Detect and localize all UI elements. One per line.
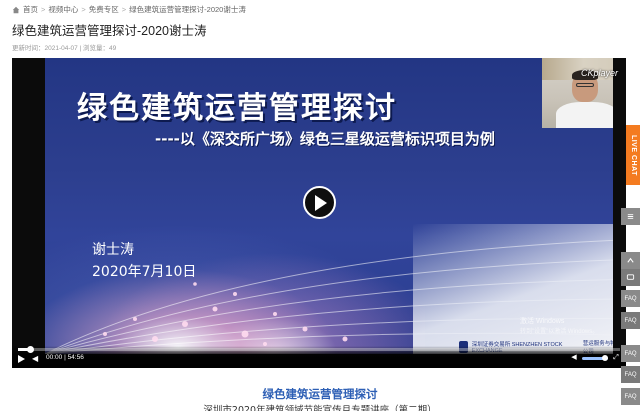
breadcrumb-free-zone[interactable]: 免费专区 <box>89 4 119 15</box>
play-pause-button[interactable] <box>18 355 25 363</box>
expand-icon <box>627 214 634 219</box>
side-rail-chat-button[interactable] <box>621 269 640 286</box>
video-subheading: 深圳市2020年建筑领域节能宣传月专题讲座（第二期） <box>203 405 437 411</box>
home-icon <box>12 6 20 13</box>
player-right-controls: ◀ ⤢ <box>570 354 620 362</box>
faq-button[interactable]: FAQ <box>621 290 640 307</box>
chat-bubble-icon <box>626 274 635 280</box>
faq-button[interactable]: FAQ <box>621 366 640 383</box>
speaker-icon[interactable]: ◀ <box>570 354 578 362</box>
windows-activation-hint: 转到"设置"以激活 Windows。 <box>520 329 599 335</box>
player-brand: CKplayer <box>580 68 618 78</box>
breadcrumb-current: 绿色建筑运营管理探讨-2020谢士涛 <box>129 5 246 14</box>
volume-handle[interactable] <box>602 354 608 361</box>
mute-toggle-icon[interactable]: ◀ <box>32 355 41 363</box>
page-meta: 更新时间：2021-04-07 | 浏览量：49 <box>12 45 117 52</box>
slide-presenter: 谢士涛 <box>92 242 134 258</box>
side-rail-expand-button[interactable] <box>621 208 640 225</box>
big-play-button[interactable] <box>303 186 336 219</box>
slide-date: 2020年7月10日 <box>92 264 197 280</box>
progress-handle[interactable] <box>27 346 35 353</box>
live-chat-tab[interactable]: LIVE CHAT <box>626 125 640 185</box>
progress-bar[interactable] <box>18 346 620 353</box>
fullscreen-icon[interactable]: ⤢ <box>612 354 620 362</box>
page: 首页 > 视频中心 > 免费专区 > 绿色建筑运营管理探讨-2020谢士涛 绿色… <box>0 0 640 411</box>
faq-button[interactable]: FAQ <box>621 312 640 329</box>
video-heading: 绿色建筑运营管理探讨 <box>262 387 378 401</box>
breadcrumb-home[interactable]: 首页 <box>23 4 38 15</box>
breadcrumb: 首页 > 视频中心 > 免费专区 > 绿色建筑运营管理探讨-2020谢士涛 <box>12 4 246 15</box>
video-player[interactable]: 绿色建筑运营管理探讨 ----以《深交所广场》绿色三星级运营标识项目为例 谢士涛… <box>12 58 626 368</box>
slide-subtitle: ----以《深交所广场》绿色三星级运营标识项目为例 <box>155 130 495 148</box>
time-display: 00:00 | 54:56 <box>46 354 84 361</box>
breadcrumb-separator: > <box>81 5 86 14</box>
faq-button[interactable]: FAQ <box>621 388 640 405</box>
breadcrumb-separator: > <box>121 5 127 14</box>
windows-activation-watermark: 激活 Windows <box>520 318 565 325</box>
webcam-glasses <box>576 83 594 87</box>
breadcrumb-video-center[interactable]: 视频中心 <box>48 4 78 15</box>
slide-title: 绿色建筑运营管理探讨 <box>77 91 397 126</box>
play-icon <box>315 194 327 211</box>
volume-slider[interactable] <box>582 354 608 361</box>
side-rail-up-button[interactable] <box>621 252 640 269</box>
player-controls: ◀ 00:00 | 54:56 ◀ ⤢ <box>12 346 626 368</box>
chevron-up-icon <box>627 257 634 263</box>
faq-button[interactable]: FAQ <box>621 345 640 362</box>
breadcrumb-separator: > <box>41 5 46 14</box>
webcam-body <box>556 102 613 128</box>
page-title: 绿色建筑运营管理探讨-2020谢士涛 <box>12 24 207 38</box>
